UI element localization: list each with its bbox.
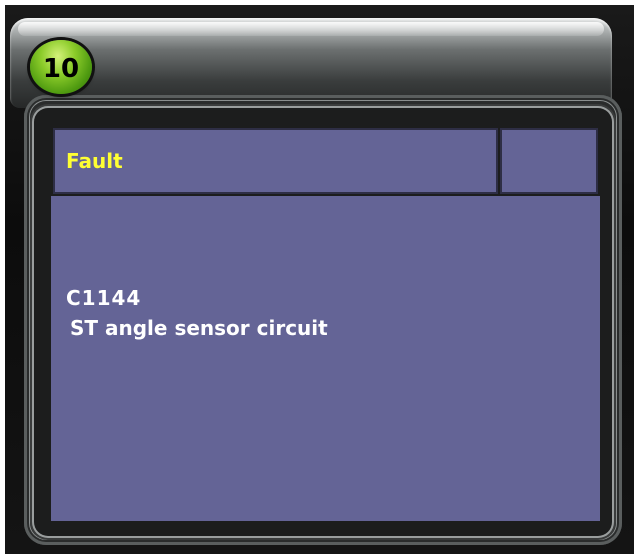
fault-header-title: Fault xyxy=(66,149,123,173)
step-number-badge: 10 xyxy=(30,40,92,94)
step-number-label: 10 xyxy=(42,54,80,84)
fault-header: Fault xyxy=(53,128,498,194)
top-chrome-highlight xyxy=(18,22,604,36)
fault-code: C1144 xyxy=(66,286,142,310)
fault-detail-area: C1144 ST angle sensor circuit xyxy=(51,196,600,521)
screen-frame: Fault C1144 ST angle sensor circuit 10 xyxy=(0,0,640,557)
fault-header-side-cell xyxy=(500,128,598,194)
fault-description: ST angle sensor circuit xyxy=(70,316,328,340)
